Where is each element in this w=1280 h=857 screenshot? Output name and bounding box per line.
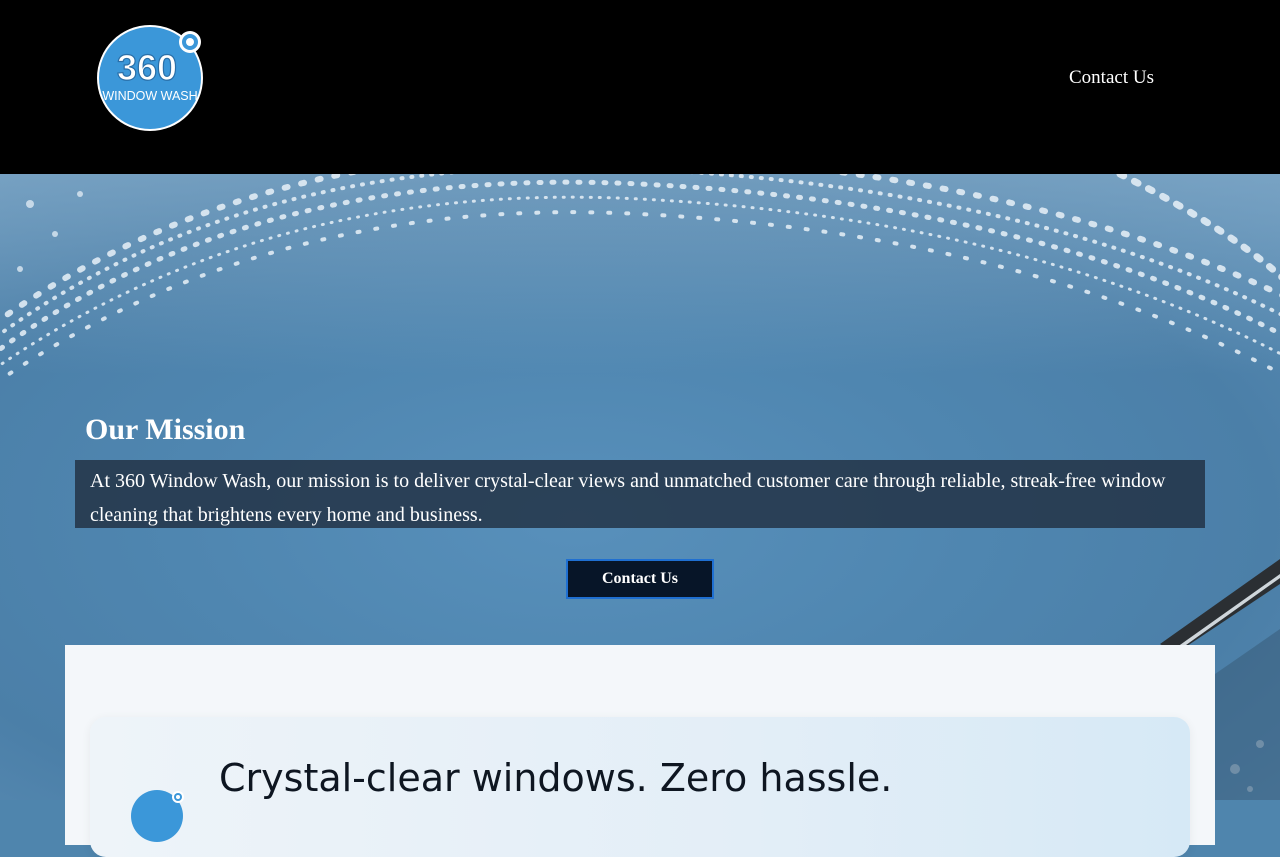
brand-logo[interactable]: 360 WINDOW WASH <box>95 22 205 132</box>
nav-contact-link[interactable]: Contact Us <box>1069 66 1154 90</box>
contact-us-button[interactable]: Contact Us <box>566 559 714 599</box>
mission-text: At 360 Window Wash, our mission is to de… <box>90 470 1166 526</box>
feature-heading: Crystal-clear windows. Zero hassle. <box>219 756 893 800</box>
logo-subtitle: WINDOW WASH <box>102 89 197 103</box>
logo-number: 360 <box>117 47 177 88</box>
feature-card: Crystal-clear windows. Zero hassle. <box>90 717 1190 857</box>
mission-title: Our Mission <box>85 413 246 446</box>
brand-logo-small <box>131 790 184 842</box>
site-header: 360 WINDOW WASH Contact Us <box>0 0 1280 174</box>
mission-text-box: At 360 Window Wash, our mission is to de… <box>75 460 1205 528</box>
feature-section: Crystal-clear windows. Zero hassle. <box>65 645 1215 857</box>
